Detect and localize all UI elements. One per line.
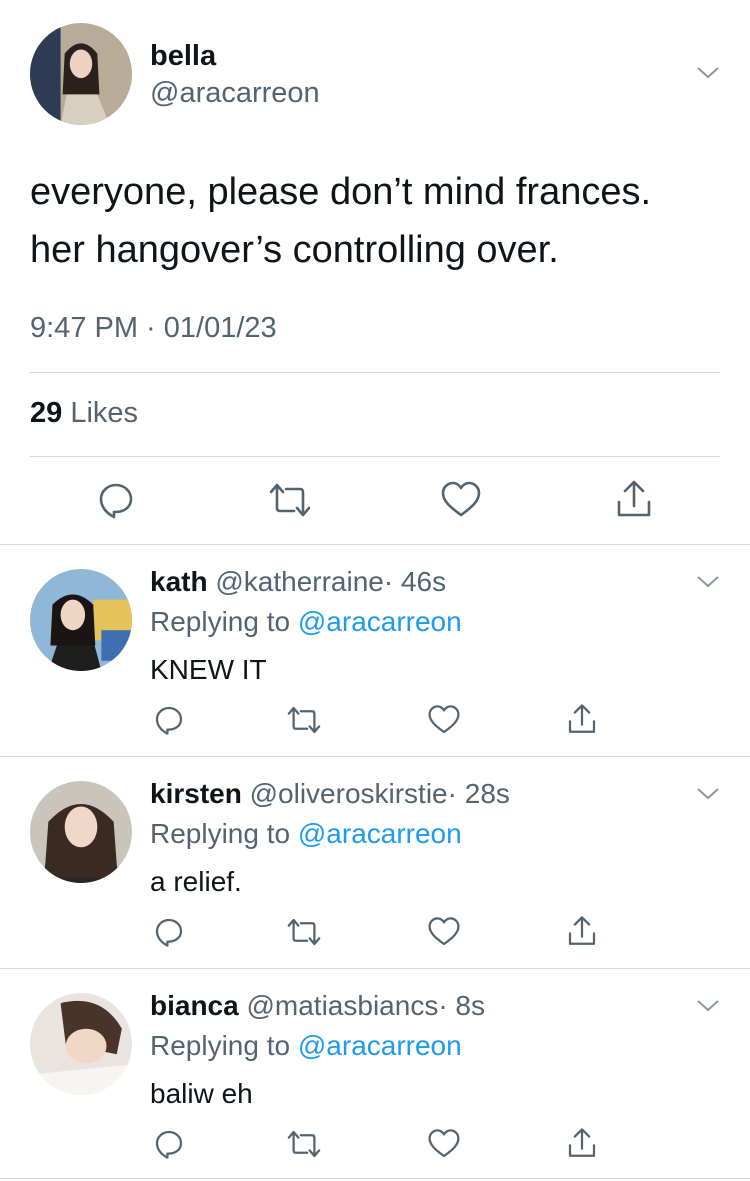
share-icon bbox=[566, 702, 598, 736]
chevron-down-icon[interactable] bbox=[693, 784, 723, 804]
reply-button[interactable] bbox=[96, 480, 136, 520]
reply-button[interactable] bbox=[153, 1128, 185, 1160]
share-button[interactable] bbox=[566, 702, 598, 736]
retweet-button[interactable] bbox=[286, 916, 322, 948]
main-tweet-text-line: her hangover’s controlling over. bbox=[30, 229, 559, 271]
reply-avatar[interactable] bbox=[30, 993, 132, 1095]
replying-to-label: Replying to bbox=[150, 818, 291, 849]
replying-to: Replying to @aracarreon bbox=[150, 606, 462, 638]
reply-author-name[interactable]: kath bbox=[150, 566, 208, 597]
divider bbox=[0, 968, 750, 969]
reply-button[interactable] bbox=[153, 704, 185, 736]
divider bbox=[0, 756, 750, 757]
like-button[interactable] bbox=[427, 704, 461, 736]
reply-avatar[interactable] bbox=[30, 569, 132, 671]
reply-icon bbox=[153, 704, 185, 736]
divider bbox=[30, 372, 720, 373]
replying-to: Replying to @aracarreon bbox=[150, 818, 462, 850]
reply-author-handle[interactable]: @katherraine bbox=[215, 566, 384, 597]
like-button[interactable] bbox=[427, 1128, 461, 1160]
like-button[interactable] bbox=[427, 916, 461, 948]
share-icon bbox=[566, 1126, 598, 1160]
likes-count[interactable]: 29 Likes bbox=[30, 397, 138, 430]
reply-text: a relief. bbox=[150, 866, 242, 897]
main-tweet-author-handle[interactable]: @aracarreon bbox=[150, 77, 320, 110]
like-button[interactable] bbox=[440, 480, 482, 520]
likes-number: 29 bbox=[30, 397, 63, 429]
retweet-icon bbox=[286, 1128, 322, 1160]
divider bbox=[0, 1178, 750, 1179]
main-tweet-author-name[interactable]: bella bbox=[150, 40, 216, 73]
replying-to-mention[interactable]: @aracarreon bbox=[298, 818, 462, 849]
main-tweet-text-line: everyone, please don’t mind frances. bbox=[30, 171, 652, 213]
retweet-button[interactable] bbox=[268, 480, 312, 520]
reply-icon bbox=[153, 1128, 185, 1160]
reply-author-handle[interactable]: @matiasbiancs bbox=[246, 990, 438, 1021]
reply-icon bbox=[153, 916, 185, 948]
replying-to-mention[interactable]: @aracarreon bbox=[298, 1030, 462, 1061]
reply-time: · 46s bbox=[383, 566, 447, 597]
chevron-down-icon[interactable] bbox=[693, 63, 723, 83]
heart-icon bbox=[427, 1128, 461, 1160]
main-tweet-avatar[interactable] bbox=[30, 23, 132, 125]
divider bbox=[0, 544, 750, 545]
reply-time: · 28s bbox=[447, 778, 510, 809]
heart-icon bbox=[427, 916, 461, 948]
reply-icon bbox=[96, 480, 136, 520]
main-tweet-text: everyone, please don’t mind frances. her… bbox=[30, 163, 730, 279]
main-tweet-timestamp[interactable]: 9:47 PM · 01/01/23 bbox=[30, 312, 277, 345]
replying-to-label: Replying to bbox=[150, 1030, 291, 1061]
chevron-down-icon[interactable] bbox=[693, 572, 723, 592]
heart-icon bbox=[427, 704, 461, 736]
share-button[interactable] bbox=[566, 1126, 598, 1160]
heart-icon bbox=[440, 480, 482, 520]
replying-to-label: Replying to bbox=[150, 606, 291, 637]
retweet-icon bbox=[268, 480, 312, 520]
share-icon bbox=[614, 478, 654, 520]
retweet-button[interactable] bbox=[286, 1128, 322, 1160]
reply-avatar[interactable] bbox=[30, 781, 132, 883]
reply-author-name[interactable]: bianca bbox=[150, 990, 239, 1021]
share-icon bbox=[566, 914, 598, 948]
reply-author-name[interactable]: kirsten bbox=[150, 778, 242, 809]
retweet-icon bbox=[286, 704, 322, 736]
replying-to-mention[interactable]: @aracarreon bbox=[298, 606, 462, 637]
reply-header: kirsten @oliveroskirstie· 28s bbox=[150, 778, 510, 810]
reply-header: bianca @matiasbiancs· 8s bbox=[150, 990, 485, 1022]
replying-to: Replying to @aracarreon bbox=[150, 1030, 462, 1062]
share-button[interactable] bbox=[566, 914, 598, 948]
retweet-button[interactable] bbox=[286, 704, 322, 736]
chevron-down-icon[interactable] bbox=[693, 996, 723, 1016]
reply-text: KNEW IT bbox=[150, 654, 267, 685]
likes-label: Likes bbox=[70, 397, 139, 429]
reply-button[interactable] bbox=[153, 916, 185, 948]
divider bbox=[30, 456, 720, 457]
share-button[interactable] bbox=[614, 478, 654, 520]
reply-text: baliw eh bbox=[150, 1078, 253, 1109]
reply-time: · 8s bbox=[438, 990, 486, 1021]
reply-header: kath @katherraine· 46s bbox=[150, 566, 446, 598]
reply-author-handle[interactable]: @oliveroskirstie bbox=[250, 778, 448, 809]
retweet-icon bbox=[286, 916, 322, 948]
